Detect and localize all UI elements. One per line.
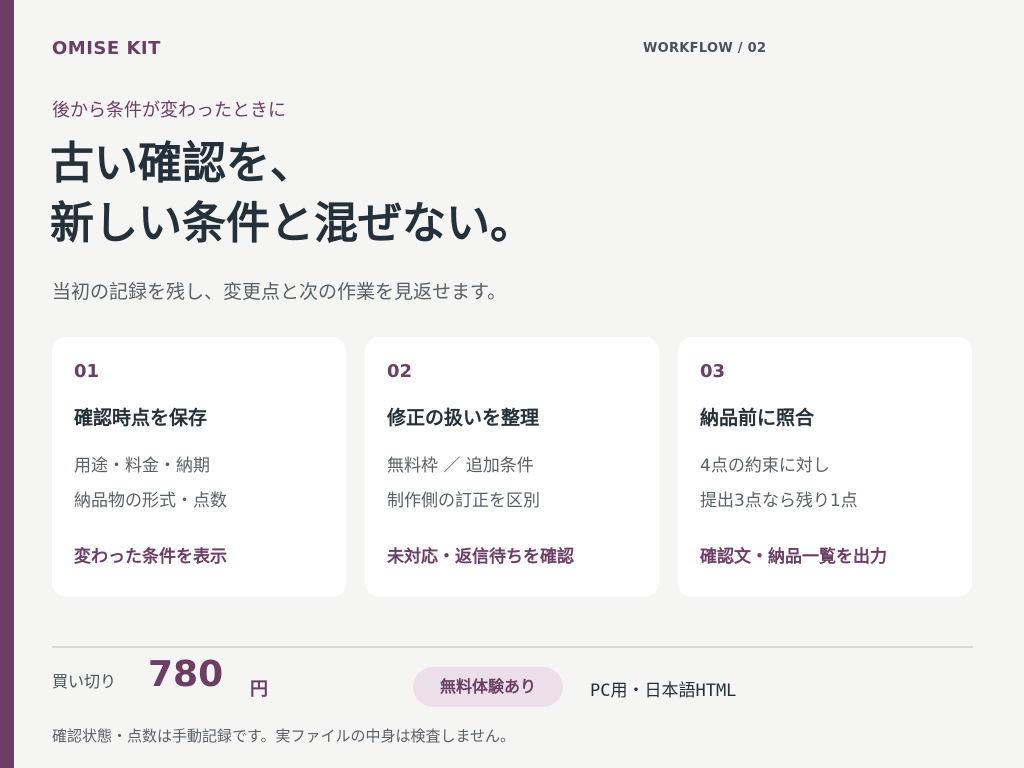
brand-logo-text: OMISE KIT bbox=[52, 38, 161, 59]
footer-divider bbox=[52, 646, 973, 648]
card-line: 用途・料金・納期 bbox=[74, 456, 210, 476]
feature-card-1: 01 確認時点を保存 用途・料金・納期 納品物の形式・点数 変わった条件を表示 bbox=[52, 337, 346, 597]
accent-bar bbox=[0, 0, 14, 768]
lead-text: 当初の記録を残し、変更点と次の作業を見返せます。 bbox=[52, 281, 507, 303]
card-action-text: 未対応・返信待ちを確認 bbox=[387, 547, 574, 567]
card-line: 4点の約束に対し bbox=[700, 456, 830, 476]
card-number: 01 bbox=[74, 361, 100, 382]
page-title-line-1: 古い確認を、 bbox=[50, 138, 314, 189]
card-number: 02 bbox=[387, 361, 413, 382]
page-title: 古い確認を、 新しい条件と混ぜない。 bbox=[50, 134, 534, 254]
card-action-text: 変わった条件を表示 bbox=[74, 547, 227, 567]
eyebrow-text: 後から条件が変わったときに bbox=[52, 100, 286, 121]
card-action-text: 確認文・納品一覧を出力 bbox=[700, 547, 887, 567]
card-line: 制作側の訂正を区別 bbox=[387, 491, 540, 511]
card-line: 無料枠 ／ 追加条件 bbox=[387, 456, 534, 476]
purchase-type-label: 買い切り bbox=[52, 672, 117, 691]
card-title: 修正の扱いを整理 bbox=[387, 407, 540, 429]
price-value: 780 bbox=[148, 654, 224, 695]
card-number: 03 bbox=[700, 361, 726, 382]
card-title: 確認時点を保存 bbox=[74, 407, 208, 429]
free-trial-badge: 無料体験あり bbox=[413, 667, 563, 707]
card-title: 納品前に照合 bbox=[700, 407, 815, 429]
platform-text: PC用・日本語HTML bbox=[590, 681, 737, 701]
feature-card-2: 02 修正の扱いを整理 無料枠 ／ 追加条件 制作側の訂正を区別 未対応・返信待… bbox=[365, 337, 659, 597]
page-title-line-2: 新しい条件と混ぜない。 bbox=[50, 198, 534, 249]
feature-card-3: 03 納品前に照合 4点の約束に対し 提出3点なら残り1点 確認文・納品一覧を出… bbox=[678, 337, 972, 597]
price-currency: 円 bbox=[250, 679, 268, 700]
feature-cards: 01 確認時点を保存 用途・料金・納期 納品物の形式・点数 変わった条件を表示 … bbox=[52, 337, 972, 597]
card-line: 提出3点なら残り1点 bbox=[700, 491, 858, 511]
footnote-text: 確認状態・点数は手動記録です。実ファイルの中身は検査しません。 bbox=[52, 727, 516, 745]
workflow-label: WORKFLOW / 02 bbox=[643, 41, 767, 56]
card-line: 納品物の形式・点数 bbox=[74, 491, 227, 511]
